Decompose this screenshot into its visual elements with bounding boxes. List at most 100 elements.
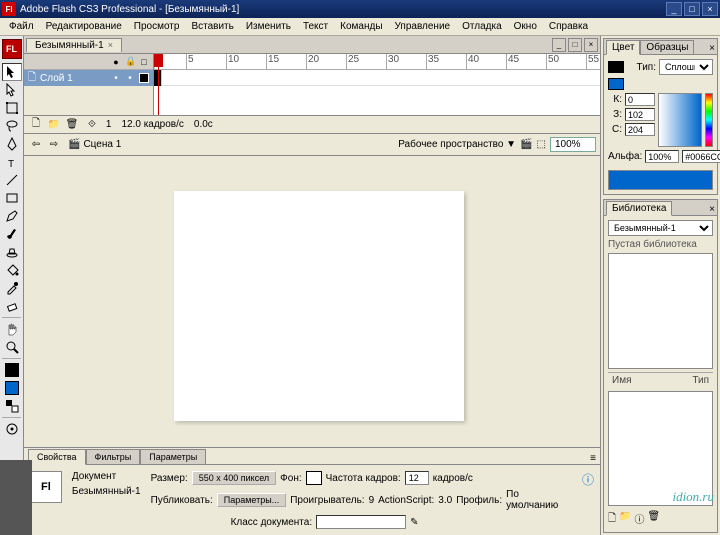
ruler-tick[interactable]: 45 xyxy=(506,54,519,70)
bg-color-swatch[interactable] xyxy=(306,471,322,485)
new-layer-icon[interactable]: 🗋 xyxy=(28,118,44,132)
layer-lock-dot[interactable]: • xyxy=(125,73,135,84)
blue-input[interactable] xyxy=(625,123,655,136)
tab-swatches[interactable]: Образцы xyxy=(640,40,694,55)
color-picker[interactable] xyxy=(658,93,702,147)
delete-layer-icon[interactable]: 🗑 xyxy=(64,118,80,132)
stroke-swatch-icon[interactable] xyxy=(608,61,624,73)
menu-text[interactable]: Текст xyxy=(298,19,333,34)
hex-input[interactable] xyxy=(682,150,720,163)
line-tool[interactable] xyxy=(2,171,22,189)
stroke-color-swatch[interactable] xyxy=(5,363,19,377)
green-input[interactable] xyxy=(625,108,655,121)
pen-tool[interactable] xyxy=(2,135,22,153)
eraser-tool[interactable] xyxy=(2,297,22,315)
red-input[interactable] xyxy=(625,93,655,106)
symbol-properties-icon[interactable]: ⓘ xyxy=(635,511,645,528)
back-arrow-icon[interactable]: ⇦ xyxy=(28,137,44,153)
size-button[interactable]: 550 x 400 пиксел xyxy=(192,471,276,485)
ruler-tick[interactable]: 55 xyxy=(586,54,599,70)
zoom-input[interactable]: 100% xyxy=(550,137,596,152)
snap-option-icon[interactable] xyxy=(2,420,22,438)
selection-tool[interactable] xyxy=(2,63,22,81)
menu-modify[interactable]: Изменить xyxy=(241,19,296,34)
ruler-tick[interactable]: 25 xyxy=(346,54,359,70)
tab-parameters[interactable]: Параметры xyxy=(140,449,206,465)
hue-slider[interactable] xyxy=(705,93,713,147)
fps-input[interactable] xyxy=(405,471,429,485)
library-col-name[interactable]: Имя xyxy=(612,375,692,386)
ruler-tick[interactable]: 20 xyxy=(306,54,319,70)
pencil-tool[interactable] xyxy=(2,207,22,225)
layer-outline-color[interactable] xyxy=(139,73,149,83)
zoom-tool[interactable] xyxy=(2,338,22,356)
hand-tool[interactable] xyxy=(2,320,22,338)
layer-visible-dot[interactable]: • xyxy=(111,73,121,84)
fill-type-select[interactable]: Сплошной xyxy=(659,59,713,75)
ruler-tick[interactable]: 40 xyxy=(466,54,479,70)
workspace-dropdown[interactable]: Рабочее пространство ▼ xyxy=(398,139,516,150)
collapsed-panel-dock[interactable] xyxy=(0,460,32,535)
ruler-tick[interactable]: 35 xyxy=(426,54,439,70)
playhead[interactable] xyxy=(158,54,159,115)
doc-close-button[interactable]: × xyxy=(584,38,598,52)
tab-library[interactable]: Библиотека xyxy=(606,201,672,216)
edit-scene-icon[interactable]: 🎬 xyxy=(520,139,532,150)
doc-minimize-button[interactable]: _ xyxy=(552,38,566,52)
layer-row[interactable]: 🗋 Слой 1 • • xyxy=(24,70,153,86)
stage-canvas[interactable] xyxy=(174,191,464,421)
document-tab-close-icon[interactable]: × xyxy=(108,40,113,50)
tab-filters[interactable]: Фильтры xyxy=(86,449,141,465)
brush-tool[interactable] xyxy=(2,225,22,243)
ruler-tick[interactable]: 10 xyxy=(226,54,239,70)
menu-file[interactable]: Файл xyxy=(4,19,39,34)
new-lib-folder-icon[interactable]: 📁 xyxy=(619,511,631,528)
library-panel-close-icon[interactable]: × xyxy=(709,204,715,215)
menu-debug[interactable]: Отладка xyxy=(457,19,507,34)
delete-symbol-icon[interactable]: 🗑 xyxy=(648,511,661,528)
minimize-button[interactable]: _ xyxy=(666,2,682,16)
stage-area[interactable] xyxy=(24,156,600,447)
tab-properties[interactable]: Свойства xyxy=(28,449,86,465)
fill-swatch-icon[interactable] xyxy=(608,78,624,90)
menu-insert[interactable]: Вставить xyxy=(186,19,238,34)
text-tool[interactable]: T xyxy=(2,153,22,171)
ink-bottle-tool[interactable] xyxy=(2,243,22,261)
new-folder-icon[interactable]: 📁 xyxy=(46,118,62,132)
fill-color-swatch[interactable] xyxy=(5,381,19,395)
layer-outline-header-icon[interactable]: □ xyxy=(139,57,149,67)
tab-color[interactable]: Цвет xyxy=(606,40,640,55)
eyedropper-tool[interactable] xyxy=(2,279,22,297)
maximize-button[interactable]: □ xyxy=(684,2,700,16)
ruler-tick[interactable]: 15 xyxy=(266,54,279,70)
document-tab[interactable]: Безымянный-1 × xyxy=(26,38,122,52)
alpha-input[interactable] xyxy=(645,150,679,163)
swap-colors-icon[interactable] xyxy=(2,397,22,415)
menu-edit[interactable]: Редактирование xyxy=(41,19,127,34)
menu-view[interactable]: Просмотр xyxy=(129,19,185,34)
ruler-tick[interactable]: 5 xyxy=(186,54,194,70)
menu-control[interactable]: Управление xyxy=(390,19,456,34)
ruler-tick[interactable]: 30 xyxy=(386,54,399,70)
scene-breadcrumb[interactable]: 🎬 Сцена 1 xyxy=(68,139,121,150)
panel-menu-icon[interactable]: ≡ xyxy=(590,453,596,464)
free-transform-tool[interactable] xyxy=(2,99,22,117)
menu-commands[interactable]: Команды xyxy=(335,19,387,34)
layer-lock-header-icon[interactable]: 🔒 xyxy=(125,56,135,67)
subselection-tool[interactable] xyxy=(2,81,22,99)
library-document-select[interactable]: Безымянный-1 xyxy=(608,220,713,236)
color-panel-close-icon[interactable]: × xyxy=(709,43,715,54)
menu-window[interactable]: Окно xyxy=(509,19,542,34)
library-item-list[interactable] xyxy=(608,253,713,369)
help-icon[interactable]: ⓘ xyxy=(582,471,594,488)
edit-symbol-icon[interactable]: ⬚ xyxy=(537,139,546,150)
edit-class-icon[interactable]: ✎ xyxy=(410,517,418,528)
lasso-tool[interactable] xyxy=(2,117,22,135)
paint-bucket-tool[interactable] xyxy=(2,261,22,279)
doc-restore-button[interactable]: □ xyxy=(568,38,582,52)
publish-button[interactable]: Параметры... xyxy=(217,493,286,507)
layer-visibility-header-icon[interactable]: ● xyxy=(111,57,121,67)
onion-skin-icon[interactable]: ⟐ xyxy=(88,119,96,130)
ruler-tick[interactable]: 50 xyxy=(546,54,559,70)
rectangle-tool[interactable] xyxy=(2,189,22,207)
